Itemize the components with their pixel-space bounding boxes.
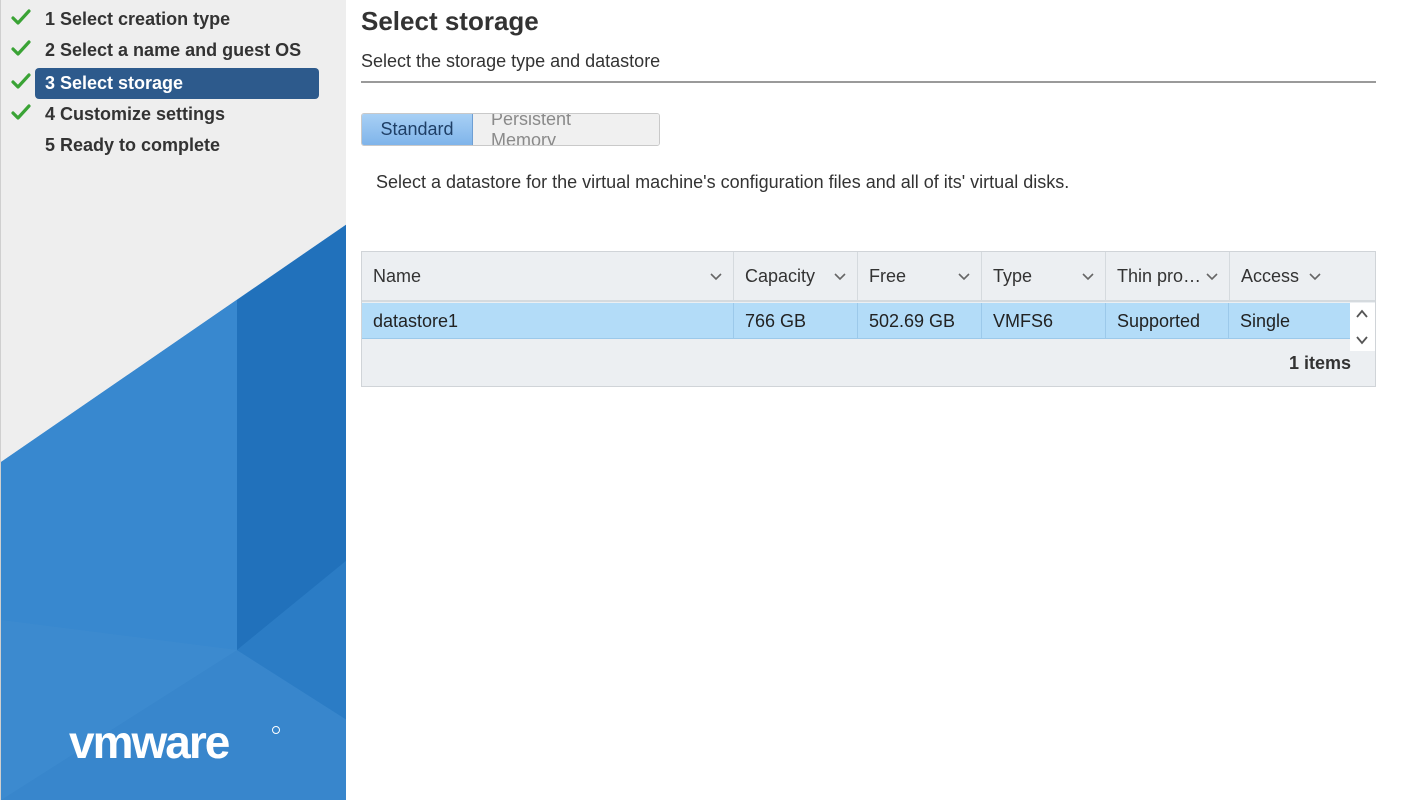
cell-thin-provisioning: Supported — [1106, 303, 1229, 339]
page-subtitle: Select the storage type and datastore — [361, 51, 661, 71]
column-header-thin-provisioning[interactable]: Thin pro… — [1106, 252, 1230, 300]
wizard-step-label: 1 Select creation type — [45, 9, 231, 29]
wizard-step-5[interactable]: 5 Ready to complete — [35, 130, 319, 161]
cell-type: VMFS6 — [982, 303, 1106, 339]
cell-access: Single — [1240, 310, 1291, 331]
main-content: Select storage Select the storage type a… — [361, 0, 1376, 800]
column-header-label: Capacity — [745, 265, 816, 286]
wizard-step-label: 2 Select a name and guest OS — [45, 40, 302, 60]
tab-persistent-memory[interactable]: Persistent Memory — [473, 114, 659, 145]
chevron-down-icon[interactable] — [1355, 333, 1369, 347]
wizard-step-1[interactable]: 1 Select creation type — [11, 4, 319, 35]
column-header-free[interactable]: Free — [858, 252, 982, 300]
wizard-step-2[interactable]: 2 Select a name and guest OS — [11, 35, 319, 66]
page-title: Select storage — [361, 6, 539, 36]
storage-type-toggle: Standard Persistent Memory — [361, 113, 660, 146]
chevron-down-icon[interactable] — [833, 269, 847, 283]
chevron-down-icon[interactable] — [957, 269, 971, 283]
column-header-label: Name — [373, 265, 422, 286]
wizard-step-label: 5 Ready to complete — [45, 135, 221, 155]
column-header-label: Access — [1241, 265, 1300, 286]
datastore-grid: Name Capacity Free Type Thin pro… Access — [361, 251, 1376, 387]
grid-scrollbar[interactable] — [1350, 303, 1375, 351]
svg-text:vmware: vmware — [69, 718, 230, 766]
check-icon — [11, 73, 31, 89]
table-row[interactable]: datastore1 766 GB 502.69 GB VMFS6 Suppor… — [362, 303, 1350, 339]
chevron-down-icon[interactable] — [1308, 269, 1322, 283]
column-header-label: Free — [869, 265, 907, 286]
wizard-step-3[interactable]: 3 Select storage — [11, 68, 319, 99]
column-header-access[interactable]: Access — [1230, 252, 1350, 300]
title-divider — [361, 81, 1376, 83]
column-header-name[interactable]: Name — [362, 252, 734, 300]
item-count: 1 items — [1288, 353, 1351, 373]
chevron-down-icon[interactable] — [709, 269, 723, 283]
column-header-type[interactable]: Type — [982, 252, 1106, 300]
check-icon — [11, 104, 31, 120]
wizard-step-label: 4 Customize settings — [45, 104, 226, 124]
cell-free: 502.69 GB — [858, 303, 982, 339]
chevron-down-icon[interactable] — [1081, 269, 1095, 283]
column-header-label: Type — [993, 265, 1033, 286]
cell-name: datastore1 — [362, 303, 734, 339]
check-icon — [11, 9, 31, 25]
wizard-step-4[interactable]: 4 Customize settings — [11, 99, 319, 130]
wizard-sidebar: 1 Select creation type 2 Select a name a… — [0, 0, 346, 800]
chevron-up-icon[interactable] — [1355, 307, 1369, 321]
column-header-label: Thin pro… — [1117, 265, 1202, 286]
tab-standard[interactable]: Standard — [362, 114, 473, 145]
instructions-text: Select a datastore for the virtual machi… — [376, 172, 1070, 192]
chevron-down-icon[interactable] — [1205, 269, 1219, 283]
column-header-capacity[interactable]: Capacity — [734, 252, 858, 300]
vmware-logo: vmware — [69, 718, 280, 766]
cell-capacity: 766 GB — [734, 303, 858, 339]
check-icon — [11, 40, 31, 56]
wizard-step-label: 3 Select storage — [45, 73, 184, 93]
grid-header: Name Capacity Free Type Thin pro… Access — [362, 252, 1375, 302]
